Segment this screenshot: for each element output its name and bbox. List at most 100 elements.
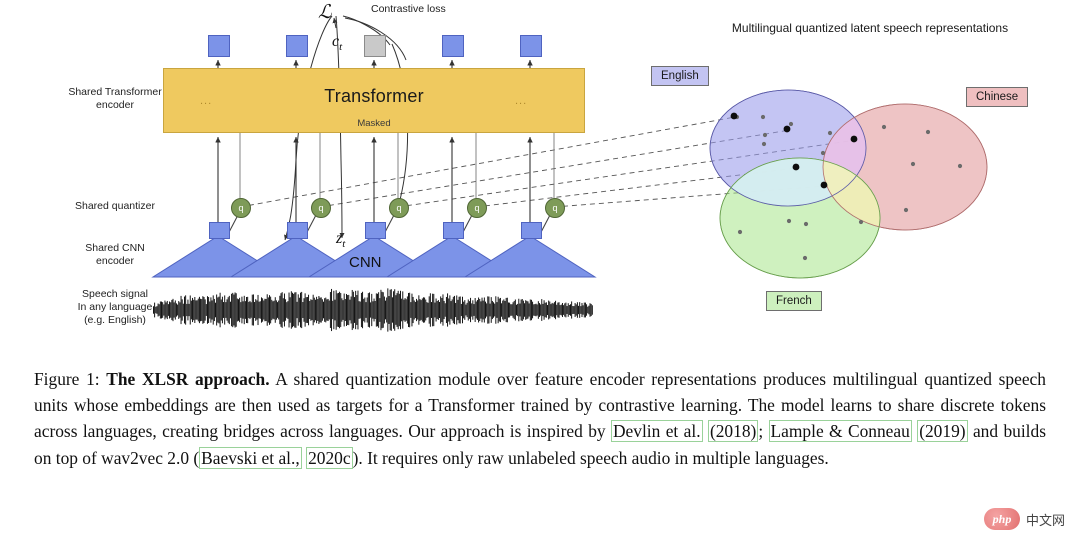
citation-devlin[interactable]: Devlin et al. [610, 420, 703, 443]
waveform-bar [263, 300, 265, 320]
waveform-bar [342, 300, 344, 320]
waveform-bar [389, 289, 391, 331]
transformer-ellipsis-left: ... [200, 95, 213, 107]
waveform-bar [425, 299, 427, 321]
waveform-bar [558, 302, 560, 318]
waveform-bar [371, 293, 373, 327]
waveform-bar [303, 298, 305, 322]
waveform-bar [513, 300, 515, 320]
venn-point [730, 112, 738, 120]
waveform-bar [486, 303, 488, 317]
waveform-bar [271, 299, 273, 321]
watermark-text: 中文网 [1026, 513, 1066, 529]
waveform-bar [347, 295, 349, 325]
citation-baevski-year[interactable]: 2020c [306, 446, 353, 469]
loss-symbol: ℒ [318, 2, 332, 23]
waveform-bar [215, 302, 216, 318]
waveform-bar [540, 304, 542, 316]
venn-point [903, 207, 909, 213]
waveform-bar [421, 298, 423, 322]
waveform-bar [478, 297, 480, 323]
waveform-bar [354, 297, 355, 323]
waveform-bar [278, 300, 280, 320]
waveform-bar [428, 296, 430, 324]
contrastive-loss-label: Contrastive loss [371, 3, 446, 15]
waveform-bar [493, 302, 494, 318]
citation-lample-year[interactable]: (2019) [917, 420, 968, 443]
waveform-bar [310, 299, 312, 321]
waveform-bar [208, 297, 210, 323]
waveform-bar [240, 302, 242, 318]
waveform-bar [590, 303, 592, 317]
waveform-bar [265, 298, 267, 322]
waveform-bar [213, 298, 215, 322]
waveform-bar [416, 298, 418, 322]
waveform-bar [340, 293, 342, 327]
waveform-bar [503, 299, 505, 321]
waveform-bar [351, 289, 353, 331]
waveform-bar [472, 300, 474, 320]
waveform-bar [426, 302, 428, 318]
venn-point [803, 221, 809, 227]
php-logo-icon: php [984, 508, 1020, 530]
waveform-bar [247, 296, 249, 324]
waveform-bar [349, 299, 351, 321]
waveform-bar [244, 301, 246, 319]
waveform-bar [272, 301, 274, 319]
citation-lample[interactable]: Lample & Conneau [768, 420, 912, 443]
waveform-bar [396, 293, 398, 327]
quantizer-circle-1: q [231, 198, 251, 218]
waveform-bar [522, 300, 524, 320]
waveform-bar [568, 305, 570, 315]
waveform-bar [292, 292, 293, 328]
waveform-bar [465, 304, 467, 316]
caption-figure-number: Figure 1: [34, 369, 100, 389]
waveform-bar [573, 306, 575, 314]
waveform-bar [481, 297, 483, 323]
citation-devlin-year[interactable]: (2018) [707, 420, 759, 443]
waveform-bar [357, 290, 359, 330]
venn-diagram [709, 89, 988, 279]
waveform-bar [548, 300, 550, 320]
waveform-bar [499, 297, 501, 323]
waveform-bar [445, 296, 447, 324]
waveform-bar [458, 296, 460, 324]
waveform-bar [269, 295, 270, 325]
venn-point [737, 229, 743, 235]
waveform-bar [580, 306, 582, 314]
waveform-bar [543, 300, 545, 320]
waveform-bar [324, 298, 326, 322]
waveform-bar [179, 302, 181, 318]
waveform-bar [576, 302, 578, 318]
venn-point [881, 124, 887, 130]
z-square-4 [443, 222, 464, 239]
waveform-bar [210, 297, 212, 323]
waveform-bar [553, 302, 555, 318]
waveform-bar [196, 300, 198, 320]
waveform-bar [332, 300, 334, 320]
waveform-bar [239, 297, 241, 323]
waveform-bar [527, 301, 529, 319]
waveform-bar [260, 297, 262, 323]
waveform-bar [537, 301, 539, 319]
waveform-bar [512, 302, 514, 318]
waveform-bar [346, 294, 347, 326]
waveform-bar [434, 302, 436, 318]
waveform-bar [450, 301, 452, 319]
waveform-bar [552, 303, 554, 317]
waveform-bar [397, 290, 399, 330]
citation-baevski[interactable]: Baevski et al., [199, 446, 302, 469]
waveform-bar [193, 299, 195, 321]
waveform-bar [591, 305, 593, 315]
waveform-bar [521, 299, 523, 321]
waveform-bar [526, 300, 528, 320]
waveform-bar [195, 300, 197, 320]
waveform-bar [355, 290, 357, 330]
waveform-bar [297, 294, 299, 326]
waveform-bar [530, 299, 532, 321]
waveform-bar [205, 304, 207, 316]
waveform-bar [491, 300, 493, 320]
ct-symbol: ct [332, 33, 343, 54]
caption-bold-title: The XLSR approach. [106, 369, 270, 389]
waveform-bar [287, 301, 289, 319]
